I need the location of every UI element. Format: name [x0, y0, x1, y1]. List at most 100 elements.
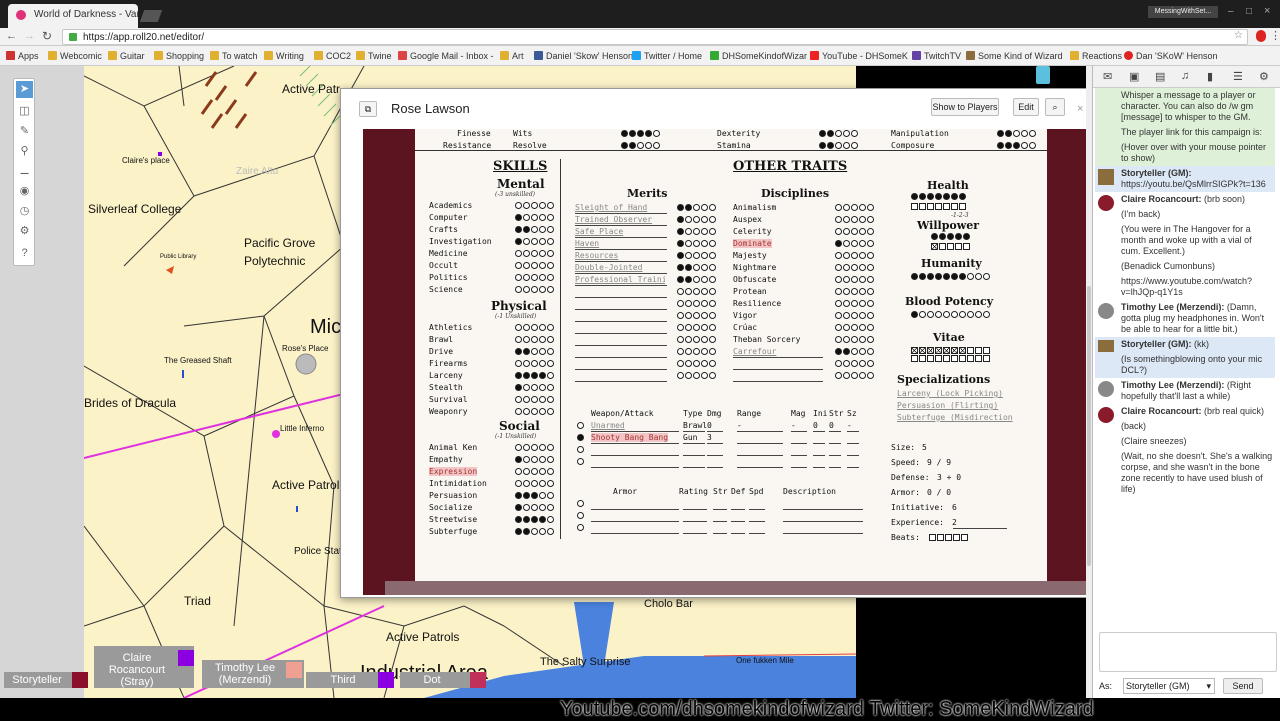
trait-dot — [959, 193, 966, 200]
bookmark-item[interactable]: Twitter / Home — [632, 51, 702, 61]
trait-dot — [709, 336, 716, 343]
trait-dot — [701, 276, 708, 283]
trait-dot — [523, 226, 530, 233]
trait-box — [911, 347, 918, 354]
collection-tab-icon[interactable]: ☰ — [1233, 70, 1243, 83]
back-icon[interactable]: ← — [6, 30, 17, 42]
bookmark-item[interactable]: YouTube - DHSomeK — [810, 51, 908, 61]
draw-tool-icon[interactable]: ✎ — [16, 123, 33, 140]
send-button[interactable]: Send — [1223, 678, 1263, 694]
bookmark-item[interactable]: Some Kind of Wizard — [966, 51, 1063, 61]
specialization-item[interactable]: Persuasion (Flirting) — [897, 401, 998, 410]
dice-tool-icon[interactable]: ⚙ — [16, 223, 33, 240]
trait-dot — [677, 252, 684, 259]
journal-tab-icon[interactable]: ▤ — [1155, 70, 1165, 83]
bookmark-item[interactable]: To watch — [210, 51, 258, 61]
help-icon[interactable]: ? — [16, 245, 33, 262]
bookmark-item[interactable]: Webcomic — [48, 51, 102, 61]
trait-dot — [859, 276, 866, 283]
bookmark-item[interactable]: Apps — [6, 51, 39, 61]
armor-underline — [749, 509, 765, 510]
merit-dots — [677, 312, 717, 321]
ruler-tool-icon[interactable]: ⚊ — [16, 163, 33, 180]
avatar — [1098, 169, 1114, 185]
speaking-as-select[interactable]: Storyteller (GM) ▾ — [1123, 678, 1215, 694]
compendium-tab-icon[interactable]: ▮ — [1207, 70, 1213, 83]
trait-dot — [685, 360, 692, 367]
skill-name: Socialize — [429, 503, 473, 512]
menu-icon[interactable]: ⋮ — [1270, 29, 1280, 42]
trait-box — [953, 534, 960, 541]
attr-dots — [819, 142, 859, 151]
chat-tab-icon[interactable]: ✉ — [1103, 70, 1112, 83]
close-icon[interactable]: × — [1077, 103, 1083, 115]
fog-tool-icon[interactable]: ◉ — [16, 183, 33, 200]
weapon-select-radio — [577, 458, 584, 465]
browser-tab[interactable]: World of Darkness - Vam — [8, 4, 138, 28]
minimize-icon[interactable]: – — [1228, 6, 1234, 17]
merit-underline — [575, 321, 667, 322]
bookmark-item[interactable]: Shopping — [154, 51, 204, 61]
player-card[interactable]: Third — [306, 672, 394, 688]
reload-icon[interactable]: ↻ — [42, 29, 52, 43]
popout-button[interactable]: ⧉ — [359, 101, 377, 117]
trait-dot — [1029, 142, 1036, 149]
discipline-name: Nightmare — [733, 263, 777, 272]
bookmark-item[interactable]: TwitchTV — [912, 51, 961, 61]
zoom-tool-icon[interactable]: ⚲ — [16, 143, 33, 160]
bookmark-item[interactable]: Reactions — [1070, 51, 1122, 61]
player-card[interactable]: Storyteller — [4, 672, 88, 688]
trait-dot — [701, 288, 708, 295]
bookmark-item[interactable]: Guitar — [108, 51, 145, 61]
show-to-players-button[interactable]: Show to Players — [931, 98, 999, 116]
trait-dot — [523, 286, 530, 293]
chat-input[interactable] — [1099, 632, 1277, 672]
player-card[interactable]: Dot — [400, 672, 486, 688]
specialization-item[interactable]: Larceny (Lock Picking) — [897, 389, 1003, 398]
character-sheet-dialog[interactable]: ⧉ Rose Lawson Show to Players Edit ⌕ × F… — [340, 88, 1109, 598]
specialization-item[interactable]: Subterfuge (Misdirection — [897, 413, 1013, 422]
profile-badge[interactable]: MessingWithSet... — [1148, 6, 1218, 18]
chat-log[interactable]: Whisper a message to a player or charact… — [1095, 88, 1275, 628]
select-tool-icon[interactable]: ➤ — [16, 81, 33, 98]
trait-dot — [927, 193, 934, 200]
trait-dot — [515, 492, 522, 499]
trait-dot — [523, 384, 530, 391]
bookmark-item[interactable]: DHSomeKindofWizar — [710, 51, 807, 61]
weapon-underline — [791, 455, 807, 456]
trait-dot — [867, 336, 874, 343]
jukebox-tab-icon[interactable]: ♫ — [1181, 70, 1189, 82]
armor-underline — [591, 509, 679, 510]
turn-tracker-icon[interactable]: ◷ — [16, 203, 33, 220]
trait-dot — [709, 228, 716, 235]
trait-dot — [867, 300, 874, 307]
bookmark-item[interactable]: Dan 'SKoW' Henson — [1124, 51, 1217, 61]
bookmark-item[interactable]: Daniel 'Skow' Henson — [534, 51, 633, 61]
character-token-icon[interactable] — [1036, 66, 1050, 84]
art-tab-icon[interactable]: ▣ — [1129, 70, 1139, 83]
opera-extension-icon[interactable] — [1256, 30, 1266, 42]
trait-dot — [851, 240, 858, 247]
settings-gear-icon[interactable]: ⚙ — [1259, 70, 1269, 83]
scroll-thumb[interactable] — [1087, 286, 1091, 566]
search-icon[interactable]: ⌕ — [1045, 98, 1065, 116]
bookmark-item[interactable]: COC2 — [314, 51, 351, 61]
player-card[interactable]: Claire Rocancourt (Stray) — [94, 646, 194, 688]
player-card[interactable]: Timothy Lee (Merzendi) — [202, 660, 304, 688]
bookmark-item[interactable]: Google Mail - Inbox - — [398, 51, 494, 61]
edit-button[interactable]: Edit — [1013, 98, 1039, 116]
url-input[interactable]: https://app.roll20.net/editor/ ☆ — [62, 29, 1248, 45]
forward-icon[interactable]: → — [24, 30, 35, 42]
discipline-name: Vigor — [733, 311, 758, 320]
bookmark-item[interactable]: Art — [500, 51, 524, 61]
trait-dot — [859, 288, 866, 295]
weapon-underline — [707, 455, 723, 456]
layer-tool-icon[interactable]: ◫ — [16, 103, 33, 120]
discipline-dots — [835, 204, 875, 213]
bookmark-item[interactable]: Writing — [264, 51, 304, 61]
close-window-icon[interactable]: × — [1264, 5, 1270, 17]
bookmark-item[interactable]: Twine — [356, 51, 392, 61]
maximize-icon[interactable]: □ — [1246, 6, 1252, 17]
star-icon[interactable]: ☆ — [1234, 30, 1243, 41]
new-tab-button[interactable] — [139, 10, 163, 22]
